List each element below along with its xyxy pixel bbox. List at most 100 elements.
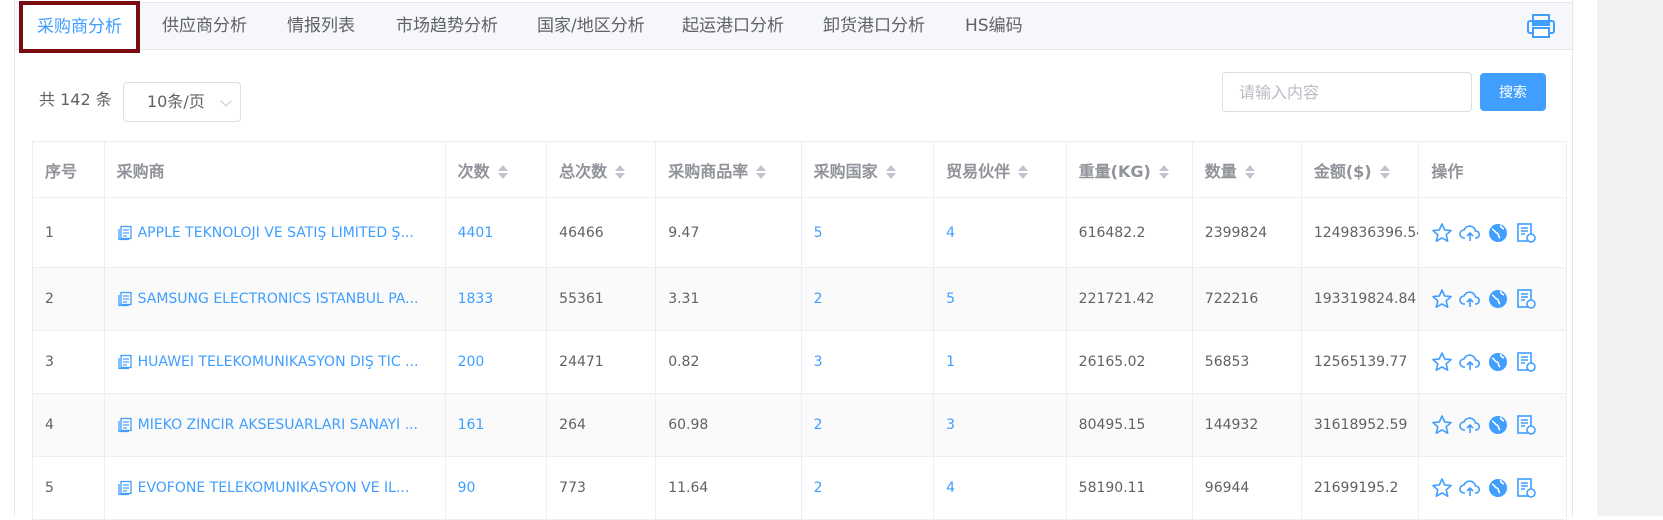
column-header-partners[interactable]: 贸易伙伴 — [933, 141, 1067, 198]
cell-countries-link[interactable]: 2 — [800, 393, 935, 457]
cell-quantity: 144932 — [1191, 393, 1302, 457]
tab-bar: 采购商分析 供应商分析 情报列表 市场趋势分析 国家/地区分析 起运港口分析 卸… — [15, 1, 1572, 53]
page-size-value: 10条/页 — [147, 92, 205, 111]
page-size-select[interactable]: 10条/页 — [123, 82, 241, 122]
buyer-name-link[interactable]: EVOFONE TELEKOMÜNİKASYON VE İL... — [138, 480, 410, 496]
document-icon — [117, 225, 132, 240]
cell-weight: 58190.11 — [1065, 456, 1193, 520]
cell-count-link[interactable]: 90 — [444, 456, 548, 520]
report-icon[interactable] — [1515, 477, 1537, 499]
cloud-upload-icon[interactable] — [1459, 288, 1481, 310]
buyer-table: 序号 采购商 次数 总次数 采购商品率 采购国家 贸易伙伴 重量(KG) 数量 … — [32, 141, 1567, 520]
cell-amount: 31618952.59 — [1300, 393, 1420, 457]
cell-buyer[interactable]: EVOFONE TELEKOMÜNİKASYON VE İL... — [103, 456, 446, 520]
report-icon[interactable] — [1515, 222, 1537, 244]
cell-countries-link[interactable]: 2 — [800, 267, 935, 331]
star-icon[interactable] — [1431, 477, 1453, 499]
cloud-upload-icon[interactable] — [1459, 477, 1481, 499]
star-icon[interactable] — [1431, 351, 1453, 373]
table-row: 1 APPLE TEKNOLOJİ VE SATIŞ LİMİTED Ş... … — [32, 197, 1567, 268]
cell-index: 4 — [32, 393, 105, 457]
sort-icon[interactable] — [1244, 164, 1255, 180]
star-icon[interactable] — [1431, 288, 1453, 310]
cell-index: 2 — [32, 267, 105, 331]
tab-market-trend-analysis[interactable]: 市场趋势分析 — [396, 3, 498, 49]
tab-country-region-analysis[interactable]: 国家/地区分析 — [537, 3, 645, 49]
cell-actions — [1418, 267, 1567, 331]
sort-icon[interactable] — [1018, 164, 1029, 180]
buyer-name-link[interactable]: APPLE TEKNOLOJİ VE SATIŞ LİMİTED Ş... — [138, 225, 414, 241]
column-header-count[interactable]: 次数 — [444, 141, 548, 198]
star-icon[interactable] — [1431, 222, 1453, 244]
cell-partners-link[interactable]: 4 — [933, 456, 1067, 520]
search-input[interactable] — [1222, 72, 1472, 112]
cell-quantity: 96944 — [1191, 456, 1302, 520]
sort-icon[interactable] — [756, 164, 767, 180]
cell-partners-link[interactable]: 5 — [933, 267, 1067, 331]
cell-quantity: 56853 — [1191, 330, 1302, 394]
column-header-countries[interactable]: 采购国家 — [800, 141, 935, 198]
cloud-upload-icon[interactable] — [1459, 351, 1481, 373]
cell-actions — [1418, 393, 1567, 457]
tab-discharge-port-analysis[interactable]: 卸货港口分析 — [823, 3, 925, 49]
buyer-name-link[interactable]: MİEKO ZİNCİR AKSESUARLARI SANAYİ ... — [138, 417, 418, 433]
cell-count-link[interactable]: 4401 — [444, 197, 548, 268]
cell-rate: 3.31 — [655, 267, 802, 331]
document-icon — [117, 480, 132, 496]
cell-countries-link[interactable]: 2 — [800, 456, 935, 520]
globe-icon[interactable] — [1487, 414, 1509, 436]
tab-origin-port-analysis[interactable]: 起运港口分析 — [682, 3, 784, 49]
total-count-label: 共 142 条 — [39, 90, 112, 109]
tab-intelligence-list[interactable]: 情报列表 — [287, 3, 355, 49]
table-row: 3 HUAWEI TELEKOMÜNİKASYON DIŞ TİC ... 20… — [32, 330, 1567, 394]
sort-icon[interactable] — [885, 164, 896, 180]
column-header-index: 序号 — [32, 141, 105, 198]
column-header-buyer: 采购商 — [103, 141, 446, 198]
globe-icon[interactable] — [1487, 222, 1509, 244]
column-header-weight[interactable]: 重量(KG) — [1065, 141, 1193, 198]
globe-icon[interactable] — [1487, 351, 1509, 373]
report-icon[interactable] — [1515, 288, 1537, 310]
sort-icon[interactable] — [497, 164, 508, 180]
cell-partners-link[interactable]: 4 — [933, 197, 1067, 268]
cell-count-link[interactable]: 161 — [444, 393, 548, 457]
report-icon[interactable] — [1515, 351, 1537, 373]
cell-partners-link[interactable]: 3 — [933, 393, 1067, 457]
cell-actions — [1418, 456, 1567, 520]
tab-buyer-analysis[interactable]: 采购商分析 — [19, 1, 140, 53]
cell-buyer[interactable]: MİEKO ZİNCİR AKSESUARLARI SANAYİ ... — [103, 393, 446, 457]
column-header-quantity[interactable]: 数量 — [1191, 141, 1302, 198]
globe-icon[interactable] — [1487, 288, 1509, 310]
cell-countries-link[interactable]: 3 — [800, 330, 935, 394]
cell-buyer[interactable]: HUAWEI TELEKOMÜNİKASYON DIŞ TİC ... — [103, 330, 446, 394]
sort-icon[interactable] — [1379, 164, 1390, 180]
cell-countries-link[interactable]: 5 — [800, 197, 935, 268]
tab-hs-code[interactable]: HS编码 — [965, 3, 1023, 49]
report-icon[interactable] — [1515, 414, 1537, 436]
cell-actions — [1418, 197, 1567, 268]
search-button[interactable]: 搜索 — [1480, 73, 1546, 111]
cell-buyer[interactable]: APPLE TEKNOLOJİ VE SATIŞ LİMİTED Ş... — [103, 197, 446, 268]
sort-icon[interactable] — [615, 164, 626, 180]
globe-icon[interactable] — [1487, 477, 1509, 499]
column-header-total[interactable]: 总次数 — [546, 141, 657, 198]
sort-icon[interactable] — [1158, 164, 1169, 180]
cell-quantity: 722216 — [1191, 267, 1302, 331]
printer-icon[interactable] — [1526, 13, 1556, 39]
tab-supplier-analysis[interactable]: 供应商分析 — [162, 3, 247, 49]
cell-partners-link[interactable]: 1 — [933, 330, 1067, 394]
cell-amount: 21699195.2 — [1300, 456, 1420, 520]
cell-count-link[interactable]: 200 — [444, 330, 548, 394]
cloud-upload-icon[interactable] — [1459, 222, 1481, 244]
column-header-amount[interactable]: 金额($) — [1300, 141, 1420, 198]
cell-index: 5 — [32, 456, 105, 520]
table-header-row: 序号 采购商 次数 总次数 采购商品率 采购国家 贸易伙伴 重量(KG) 数量 … — [32, 141, 1567, 198]
cell-count-link[interactable]: 1833 — [444, 267, 548, 331]
buyer-name-link[interactable]: HUAWEI TELEKOMÜNİKASYON DIŞ TİC ... — [138, 354, 419, 370]
cell-total: 24471 — [546, 330, 657, 394]
cell-buyer[interactable]: SAMSUNG ELECTRONICS ISTANBUL PA... — [103, 267, 446, 331]
buyer-name-link[interactable]: SAMSUNG ELECTRONICS ISTANBUL PA... — [138, 291, 419, 307]
column-header-rate[interactable]: 采购商品率 — [655, 141, 802, 198]
cloud-upload-icon[interactable] — [1459, 414, 1481, 436]
star-icon[interactable] — [1431, 414, 1453, 436]
